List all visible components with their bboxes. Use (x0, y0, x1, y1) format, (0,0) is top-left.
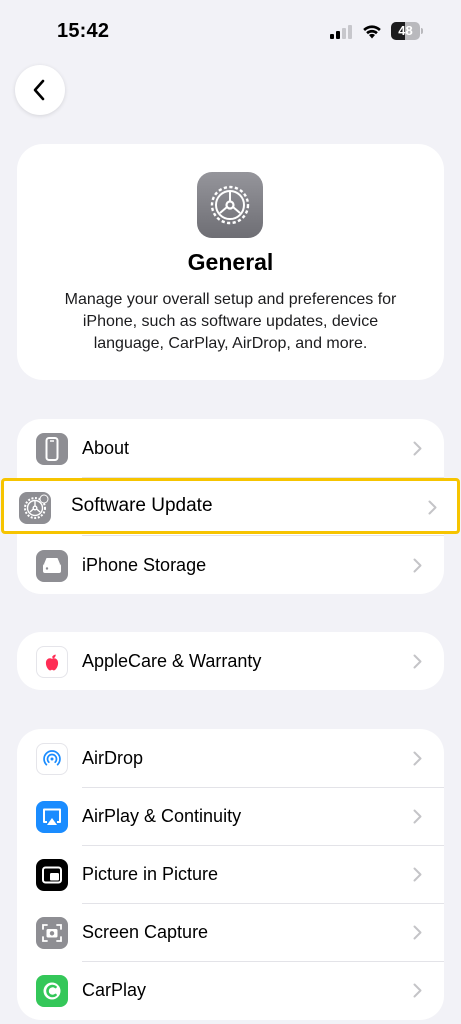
camera-viewfinder-icon (36, 917, 68, 949)
storage-icon (36, 550, 68, 582)
status-bar: 15:42 48 (0, 0, 461, 60)
row-label-screen-capture: Screen Capture (82, 922, 209, 942)
row-screen-capture[interactable]: Screen Capture (17, 903, 444, 961)
chevron-right-icon (413, 441, 422, 456)
connectivity-group: AirDrop AirPlay & Continuity Picture in … (17, 729, 444, 1020)
row-label-airplay-continuity: AirPlay & Continuity (82, 806, 242, 826)
row-label-carplay: CarPlay (82, 980, 147, 1000)
row-about[interactable]: About (17, 419, 444, 477)
back-button[interactable] (15, 65, 65, 115)
chevron-left-icon (33, 79, 45, 101)
phone-info-icon (36, 433, 68, 465)
row-picture-in-picture[interactable]: Picture in Picture (17, 845, 444, 903)
picture-in-picture-icon (36, 859, 68, 891)
status-time: 15:42 (57, 20, 110, 42)
row-applecare-warranty[interactable]: AppleCare & Warranty (17, 632, 444, 690)
row-label-airdrop: AirDrop (82, 748, 144, 768)
settings-general-screen: 15:42 48 General Manage your overall set… (0, 0, 461, 1024)
gear-icon (197, 172, 263, 238)
battery-indicator: 48 (391, 22, 423, 40)
applecare-group: AppleCare & Warranty (17, 632, 444, 690)
row-carplay[interactable]: CarPlay (17, 961, 444, 1019)
chevron-right-icon (413, 983, 422, 998)
row-iphone-storage[interactable]: iPhone Storage (17, 536, 444, 594)
chevron-right-icon (413, 654, 422, 669)
cellular-signal-icon (330, 25, 352, 39)
row-label-applecare-warranty: AppleCare & Warranty (82, 651, 262, 671)
page-description: Manage your overall setup and preference… (64, 291, 397, 352)
airplay-icon (36, 801, 68, 833)
page-title: General (187, 249, 274, 275)
gear-icon (19, 492, 51, 524)
chevron-right-icon (413, 867, 422, 882)
apple-logo-icon (36, 646, 68, 678)
chevron-right-icon (413, 558, 422, 573)
row-label-software-update: Software Update (71, 495, 213, 516)
row-airdrop[interactable]: AirDrop (17, 729, 444, 787)
row-label-about: About (82, 438, 130, 458)
row-software-update[interactable]: Software Update (1, 478, 460, 534)
row-airplay-continuity[interactable]: AirPlay & Continuity (17, 787, 444, 845)
chevron-right-icon (428, 500, 437, 515)
carplay-icon (36, 975, 68, 1007)
general-header-card: General Manage your overall setup and pr… (17, 144, 444, 380)
airdrop-icon (36, 743, 68, 775)
chevron-right-icon (413, 925, 422, 940)
row-label-picture-in-picture: Picture in Picture (82, 864, 219, 884)
chevron-right-icon (413, 751, 422, 766)
row-label-iphone-storage: iPhone Storage (82, 555, 207, 575)
battery-level: 48 (398, 23, 413, 38)
chevron-right-icon (413, 809, 422, 824)
wifi-icon (363, 25, 381, 39)
